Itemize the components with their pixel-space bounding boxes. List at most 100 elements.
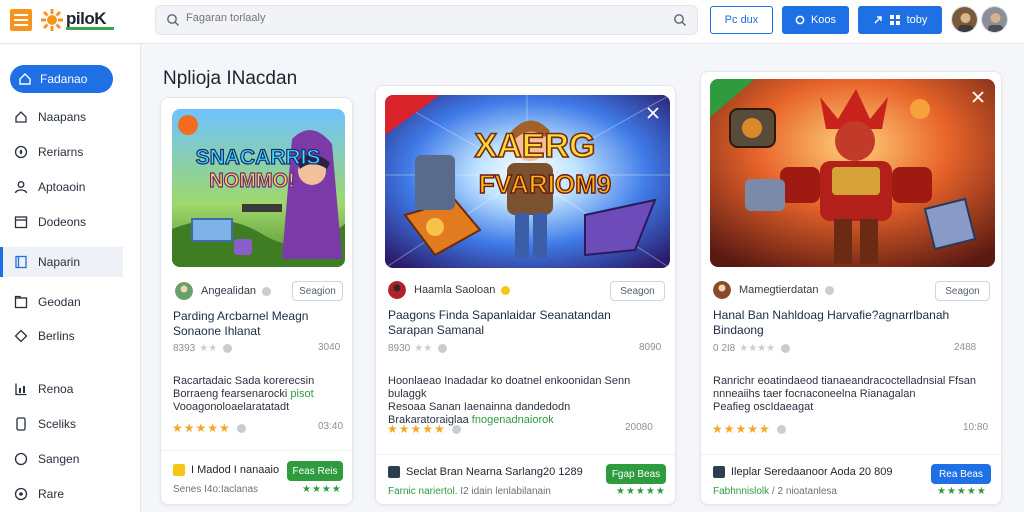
footer-subtitle-highlight: Farnic nariertol. xyxy=(388,486,458,497)
footer-title: Ileplar Seredaanoor Aoda 20 809 xyxy=(713,466,892,478)
footer-subtitle: Farnic nariertol. I2 idain lenlabilanain xyxy=(388,486,551,497)
game-title: Paagons Finda Sapanlaidar Seanatandan Sa… xyxy=(388,308,668,338)
meta-value: 8393 xyxy=(173,343,196,354)
sidebar-item-label: Fadanao xyxy=(40,72,88,86)
sidebar-item-11[interactable]: Rare xyxy=(0,479,141,509)
sidebar-item-2[interactable]: Reriarns xyxy=(0,137,141,167)
thumbnail-title: XAERG xyxy=(475,127,596,165)
publisher-avatar xyxy=(175,282,193,300)
close-icon[interactable] xyxy=(646,106,660,120)
game-description: Ranrichr eoatindaeod tianaeandracoctella… xyxy=(713,375,995,414)
menu-icon[interactable] xyxy=(10,9,32,31)
footer-subtitle-text: I2 idain lenlabilanain xyxy=(457,486,551,497)
follow-button[interactable]: Seagion xyxy=(292,281,343,301)
sidebar-item-6[interactable]: Geodan xyxy=(0,287,141,317)
diamond-icon xyxy=(14,329,28,343)
description-line: Racartadaic Sada korerecsin xyxy=(173,375,315,387)
sidebar-item-label: Aptoaoin xyxy=(38,180,86,194)
game-thumbnail[interactable] xyxy=(710,79,995,267)
game-card[interactable]: SNACARRIS NOMMO! Angealidan Seagion Pard… xyxy=(160,97,353,505)
verified-icon xyxy=(262,286,272,296)
header-outline-button[interactable]: Pc dux xyxy=(710,6,773,34)
chat-icon xyxy=(14,452,28,466)
game-thumbnail[interactable]: SNACARRIS NOMMO! xyxy=(172,109,345,267)
publisher-row: Haamla Saoloan xyxy=(388,281,511,299)
sidebar-item-8[interactable]: Renoa xyxy=(0,374,141,404)
sidebar-item-7[interactable]: Berlins xyxy=(0,321,141,351)
settings-icon xyxy=(14,487,28,501)
sidebar-item-10[interactable]: Sangen xyxy=(0,444,141,474)
rating-stars-value: ★★★★★ xyxy=(172,421,231,435)
footer-subtitle-text: / 2 nioatanlesa xyxy=(769,486,837,497)
publisher-avatar xyxy=(713,281,731,299)
sidebar-item-5[interactable]: Naparin xyxy=(0,247,123,277)
meta-count: 3040 xyxy=(318,342,341,353)
sidebar-item-0[interactable]: Fadanao xyxy=(0,65,141,95)
sidebar-item-label: Berlins xyxy=(38,329,75,343)
publisher-name: Haamla Saoloan xyxy=(414,284,496,296)
calendar-icon xyxy=(14,216,28,229)
thumbnail-subtitle: NOMMO! xyxy=(209,170,295,192)
folder-icon xyxy=(14,295,28,309)
avatar[interactable] xyxy=(951,6,978,33)
follow-button[interactable]: Seagon xyxy=(610,281,665,301)
close-icon[interactable] xyxy=(971,90,985,104)
footer-title-text: Ileplar Seredaanoor Aoda 20 809 xyxy=(731,466,893,478)
footer-subtitle: Senes I4o:Iaclanas xyxy=(173,484,259,495)
sidebar-item-9[interactable]: Sceliks xyxy=(0,409,141,439)
header-primary-button[interactable]: Koos xyxy=(782,6,849,34)
rating-dot-icon xyxy=(451,424,461,434)
record-icon xyxy=(795,15,805,25)
sidebar-item-label: Renoa xyxy=(38,382,74,396)
top-header: piloK Pc dux Koos toby xyxy=(0,0,1024,44)
sidebar-item-1[interactable]: Naapans xyxy=(0,102,141,132)
game-card[interactable]: XAERG FVARIOM9 Haamla Saoloan Seagon Paa… xyxy=(375,85,676,505)
header-outline-button-label: Pc dux xyxy=(724,14,759,26)
rating-stars-value: ★★★★★ xyxy=(712,422,771,436)
sidebar-item-label: Rare xyxy=(38,487,65,501)
description-line: Ranrichr eoatindaeod tianaeandracoctella… xyxy=(713,375,976,387)
thumbnail-title: SNACARRIS xyxy=(196,146,321,169)
footer-stars: ★★★★ xyxy=(302,484,342,495)
game-icon xyxy=(173,464,185,476)
publisher-name: Mamegtierdatan xyxy=(739,284,819,296)
get-button[interactable]: Feas Reis xyxy=(287,461,343,481)
grid-icon xyxy=(889,15,900,25)
game-thumbnail[interactable]: XAERG FVARIOM9 xyxy=(385,95,670,268)
game-meta: 8930 ★★ xyxy=(388,343,448,354)
header-secondary-button[interactable]: toby xyxy=(858,6,942,34)
rating-stars: ★★★★★ xyxy=(172,421,246,435)
logo-icon xyxy=(41,9,63,31)
meta-dot-icon xyxy=(223,344,233,353)
sidebar-item-3[interactable]: Aptoaoin xyxy=(0,172,141,202)
description-line: Borraeng fearsenarocki xyxy=(173,388,291,400)
logo-text: piloK xyxy=(66,9,107,28)
get-button[interactable]: Fgap Beas xyxy=(606,464,666,484)
search-input[interactable] xyxy=(186,12,656,24)
rating-stars: ★★★★★ xyxy=(387,422,461,436)
compass-icon xyxy=(14,145,28,159)
rating-dot-icon xyxy=(776,424,786,434)
sidebar-item-label: Sangen xyxy=(38,452,80,466)
publisher-name: Angealidan xyxy=(201,285,257,297)
footer-title: Seclat Bran Nearna Sarlang20 1289 xyxy=(388,466,583,478)
game-title-line: Bindaong xyxy=(713,323,764,337)
search-submit-icon[interactable] xyxy=(673,13,687,27)
footer-subtitle: Fabhnnislolk / 2 nioatanlesa xyxy=(713,486,837,497)
game-card[interactable]: Mamegtierdatan Seagon Hanal Ban Nahldoag… xyxy=(700,71,1002,505)
publisher-row: Mamegtierdatan xyxy=(713,281,834,299)
footer-title: I Madod I nanaaio xyxy=(173,464,279,476)
game-icon xyxy=(388,466,400,478)
follow-button[interactable]: Seagon xyxy=(935,281,990,301)
get-button[interactable]: Rea Beas xyxy=(931,464,991,484)
description-line: Vooagonoloaelaratatadt xyxy=(173,401,290,413)
arrow-icon xyxy=(874,16,882,24)
game-title-line: Sonaone Ihlanat xyxy=(173,324,261,338)
sidebar-item-4[interactable]: Dodeons xyxy=(0,207,141,237)
rating-count: 03:40 xyxy=(318,421,344,432)
avatar-secondary[interactable] xyxy=(981,6,1008,33)
verified-icon xyxy=(824,285,834,295)
meta-value: 0 2I8 xyxy=(713,343,736,354)
sidebar-item-label: Naparin xyxy=(38,255,81,269)
meta-value: 8930 xyxy=(388,343,411,354)
